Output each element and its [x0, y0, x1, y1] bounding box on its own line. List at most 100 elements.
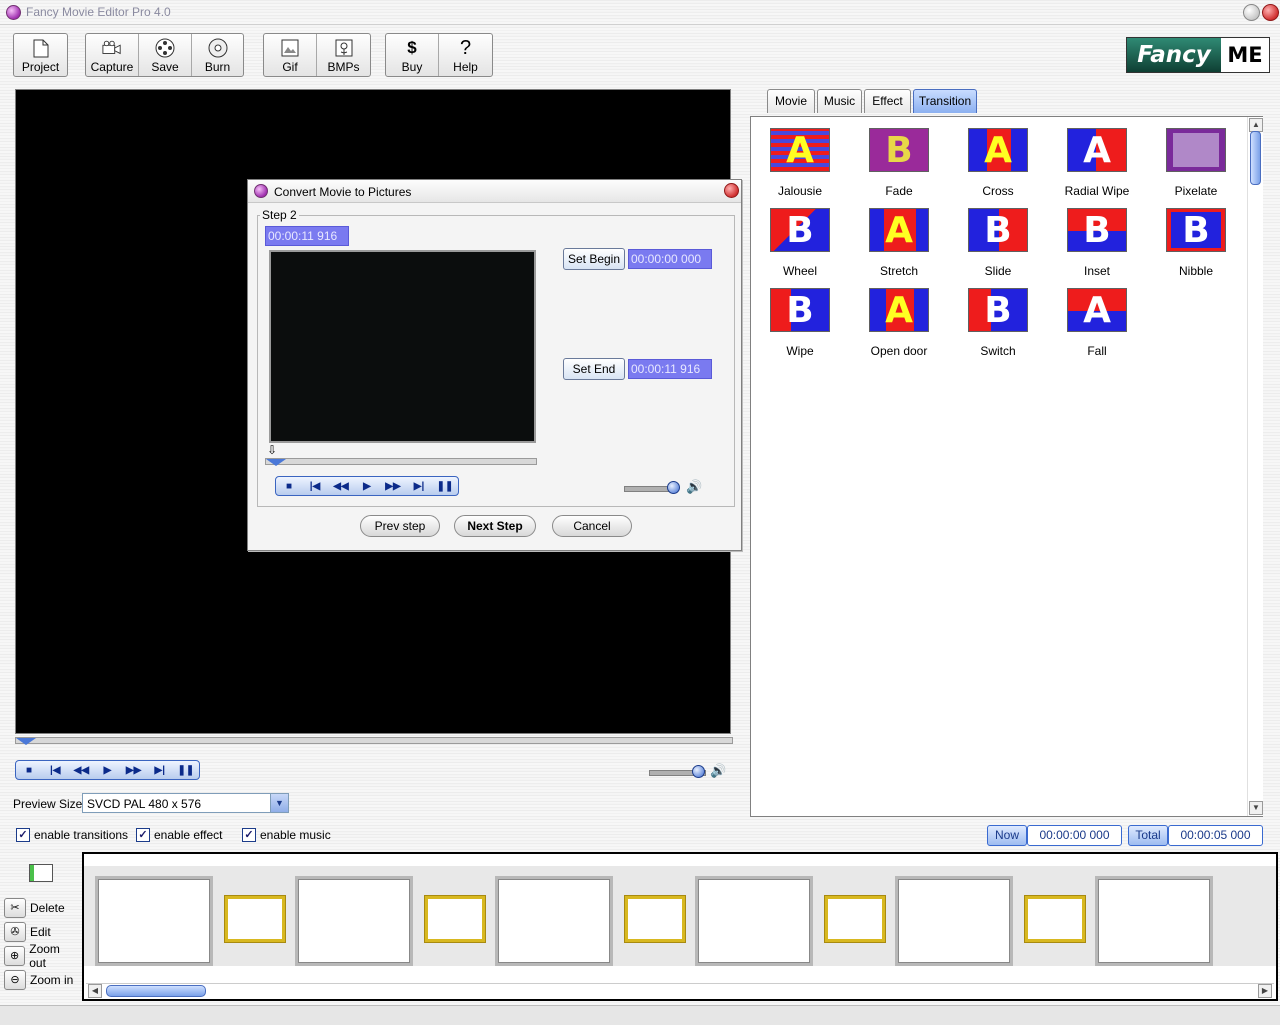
inset-icon[interactable]: B — [1067, 208, 1127, 252]
cancel-button[interactable]: Cancel — [552, 515, 632, 537]
transition-scrollbar[interactable]: ▲ ▼ — [1247, 117, 1263, 816]
enable-effect-checkbox[interactable]: ✓ enable effect — [136, 828, 223, 842]
scroll-up-icon[interactable]: ▲ — [1249, 118, 1263, 132]
transition-slot[interactable] — [625, 896, 685, 942]
clip-slot[interactable] — [1095, 876, 1213, 966]
tab-movie[interactable]: Movie — [767, 89, 815, 113]
scroll-left-icon[interactable]: ◀ — [88, 984, 102, 998]
transition-slot[interactable] — [225, 896, 285, 942]
clip-slot[interactable] — [495, 876, 613, 966]
dialog-fast-forward-icon[interactable]: ▶▶ — [383, 481, 403, 492]
step-back-icon[interactable]: |◀ — [45, 765, 65, 776]
scroll-thumb[interactable] — [1250, 131, 1261, 185]
save-button[interactable]: Save — [139, 34, 192, 76]
dialog-volume-thumb[interactable] — [667, 481, 680, 494]
close-button[interactable] — [1262, 4, 1279, 21]
chevron-down-icon[interactable]: ▼ — [270, 794, 288, 812]
dialog-rewind-icon[interactable]: ◀◀ — [331, 481, 351, 492]
tab-effect[interactable]: Effect — [864, 89, 911, 113]
dialog-menu-icon[interactable] — [254, 184, 268, 198]
fast-forward-icon[interactable]: ▶▶ — [124, 765, 144, 776]
end-time-display: 00:00:11 916 — [628, 359, 712, 379]
radial-wipe-icon[interactable]: A — [1067, 128, 1127, 172]
capture-button[interactable]: Capture — [86, 34, 139, 76]
dialog-video-preview — [269, 250, 536, 443]
enable-transitions-label: enable transitions — [34, 828, 129, 842]
buy-button[interactable]: $ Buy — [386, 34, 439, 76]
set-begin-button[interactable]: Set Begin — [563, 248, 625, 270]
pixelate-icon[interactable] — [1166, 128, 1226, 172]
bmps-label: BMPs — [327, 60, 360, 74]
dialog-speaker-icon[interactable]: 🔊 — [686, 479, 702, 495]
gif-button[interactable]: Gif — [264, 34, 317, 76]
transition-label-stretch: Stretch — [879, 264, 918, 278]
fade-icon[interactable]: B — [869, 128, 929, 172]
switch-icon[interactable]: B — [968, 288, 1028, 332]
zoom-out-button[interactable]: ⊕ Zoom out — [4, 942, 78, 970]
stretch-icon[interactable]: A — [869, 208, 929, 252]
toolbar-group-export: Gif BMPs — [263, 33, 371, 77]
convert-movie-dialog: Convert Movie to Pictures Step 2 00:00:1… — [247, 179, 742, 551]
toolbar-group-help: $ Buy ? Help — [385, 33, 493, 77]
transition-slot[interactable] — [825, 896, 885, 942]
bmps-button[interactable]: BMPs — [317, 34, 370, 76]
delete-button[interactable]: ✂ Delete — [4, 898, 78, 918]
step-forward-icon[interactable]: ▶| — [150, 765, 170, 776]
speaker-icon[interactable]: 🔊 — [710, 763, 726, 779]
slide-icon[interactable]: B — [968, 208, 1028, 252]
open-door-icon[interactable]: A — [869, 288, 929, 332]
dollar-icon: $ — [407, 38, 417, 57]
main-seek-bar[interactable] — [15, 737, 733, 744]
clip-slot[interactable] — [895, 876, 1013, 966]
dialog-seek-thumb[interactable] — [266, 459, 286, 466]
enable-music-checkbox[interactable]: ✓ enable music — [242, 828, 331, 842]
main-volume-thumb[interactable] — [692, 765, 705, 778]
timeline-scroll-thumb[interactable] — [106, 985, 206, 997]
window-title: Fancy Movie Editor Pro 4.0 — [26, 5, 171, 19]
main-seek-thumb[interactable] — [16, 738, 36, 745]
tab-transition[interactable]: Transition — [913, 89, 977, 113]
begin-time-display: 00:00:00 000 — [628, 249, 712, 269]
clip-slot[interactable] — [95, 876, 213, 966]
dialog-close-button[interactable] — [724, 183, 739, 198]
dialog-play-icon[interactable]: ▶ — [357, 481, 377, 492]
timeline-scrollbar[interactable]: ◀ ▶ — [86, 983, 1274, 998]
prev-step-button[interactable]: Prev step — [360, 515, 440, 537]
dialog-pause-icon[interactable]: ❚❚ — [435, 481, 455, 492]
pause-icon[interactable]: ❚❚ — [176, 765, 196, 776]
minimize-button[interactable] — [1243, 4, 1260, 21]
clip-slot[interactable] — [295, 876, 413, 966]
scroll-down-icon[interactable]: ▼ — [1249, 801, 1263, 815]
edit-button[interactable]: ✇ Edit — [4, 922, 78, 942]
dialog-step-back-icon[interactable]: |◀ — [305, 481, 325, 492]
set-end-button[interactable]: Set End — [563, 358, 625, 380]
step-group: Step 2 00:00:11 916 ⇩ ■ |◀ ◀◀ ▶ ▶▶ ▶| ❚❚… — [257, 208, 735, 507]
zoom-in-button[interactable]: ⊖ Zoom in — [4, 970, 78, 990]
dialog-stop-icon[interactable]: ■ — [279, 481, 299, 492]
stop-icon[interactable]: ■ — [19, 765, 39, 776]
transition-slot[interactable] — [425, 896, 485, 942]
dialog-seek-bar[interactable] — [265, 458, 537, 465]
burn-button[interactable]: Burn — [192, 34, 243, 76]
enable-transitions-checkbox[interactable]: ✓ enable transitions — [16, 828, 128, 842]
total-label: Total — [1128, 825, 1168, 846]
wheel-icon[interactable]: B — [770, 208, 830, 252]
dialog-step-forward-icon[interactable]: ▶| — [409, 481, 429, 492]
fall-icon[interactable]: A — [1067, 288, 1127, 332]
rewind-icon[interactable]: ◀◀ — [71, 765, 91, 776]
play-icon[interactable]: ▶ — [97, 765, 117, 776]
tab-music[interactable]: Music — [817, 89, 862, 113]
transition-slot[interactable] — [1025, 896, 1085, 942]
storyboard-toggle-icon[interactable] — [29, 864, 53, 882]
help-button[interactable]: ? Help — [439, 34, 492, 76]
nibble-icon[interactable]: B — [1166, 208, 1226, 252]
cross-icon[interactable]: A — [968, 128, 1028, 172]
scroll-right-icon[interactable]: ▶ — [1258, 984, 1272, 998]
jalousie-icon[interactable]: A — [770, 128, 830, 172]
wipe-icon[interactable]: B — [770, 288, 830, 332]
preview-size-select[interactable]: SVCD PAL 480 x 576 ▼ — [82, 793, 289, 813]
clip-slot[interactable] — [695, 876, 813, 966]
next-step-button[interactable]: Next Step — [454, 515, 536, 537]
project-button[interactable]: Project — [14, 34, 67, 76]
app-menu-icon[interactable] — [6, 5, 21, 20]
